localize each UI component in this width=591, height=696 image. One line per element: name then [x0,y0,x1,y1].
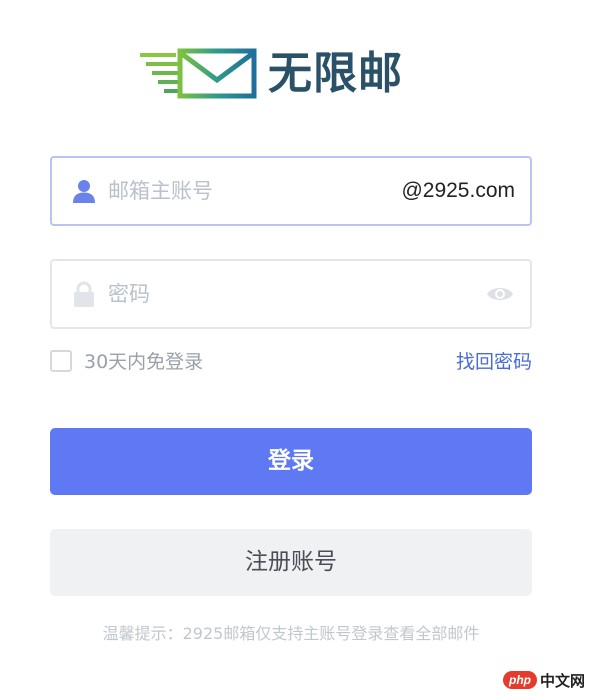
envelope-logo-icon [140,48,257,99]
watermark-text: 中文网 [539,671,585,690]
eye-icon[interactable] [486,284,514,304]
user-icon [73,180,95,203]
account-input[interactable] [108,158,378,224]
account-field[interactable]: @2925.com [50,156,532,226]
tip-text: 温馨提示：2925邮箱仅支持主账号登录查看全部邮件 [102,624,480,643]
password-input[interactable] [108,261,468,327]
watermark: php 中文网 [502,670,585,690]
remember-checkbox[interactable] [50,350,72,372]
password-field[interactable] [50,259,532,329]
remember-label[interactable]: 30天内免登录 [84,349,203,375]
logo-text: 无限邮 [268,48,403,99]
domain-suffix: @2925.com [401,179,515,202]
register-button[interactable]: 注册账号 [50,529,532,596]
remember-row: 30天内免登录 找回密码 [50,349,532,375]
logo: 无限邮 [140,46,403,102]
watermark-badge: php [502,671,537,689]
login-button[interactable]: 登录 [50,428,532,495]
lock-icon [74,281,94,307]
forgot-password-link[interactable]: 找回密码 [456,349,532,375]
